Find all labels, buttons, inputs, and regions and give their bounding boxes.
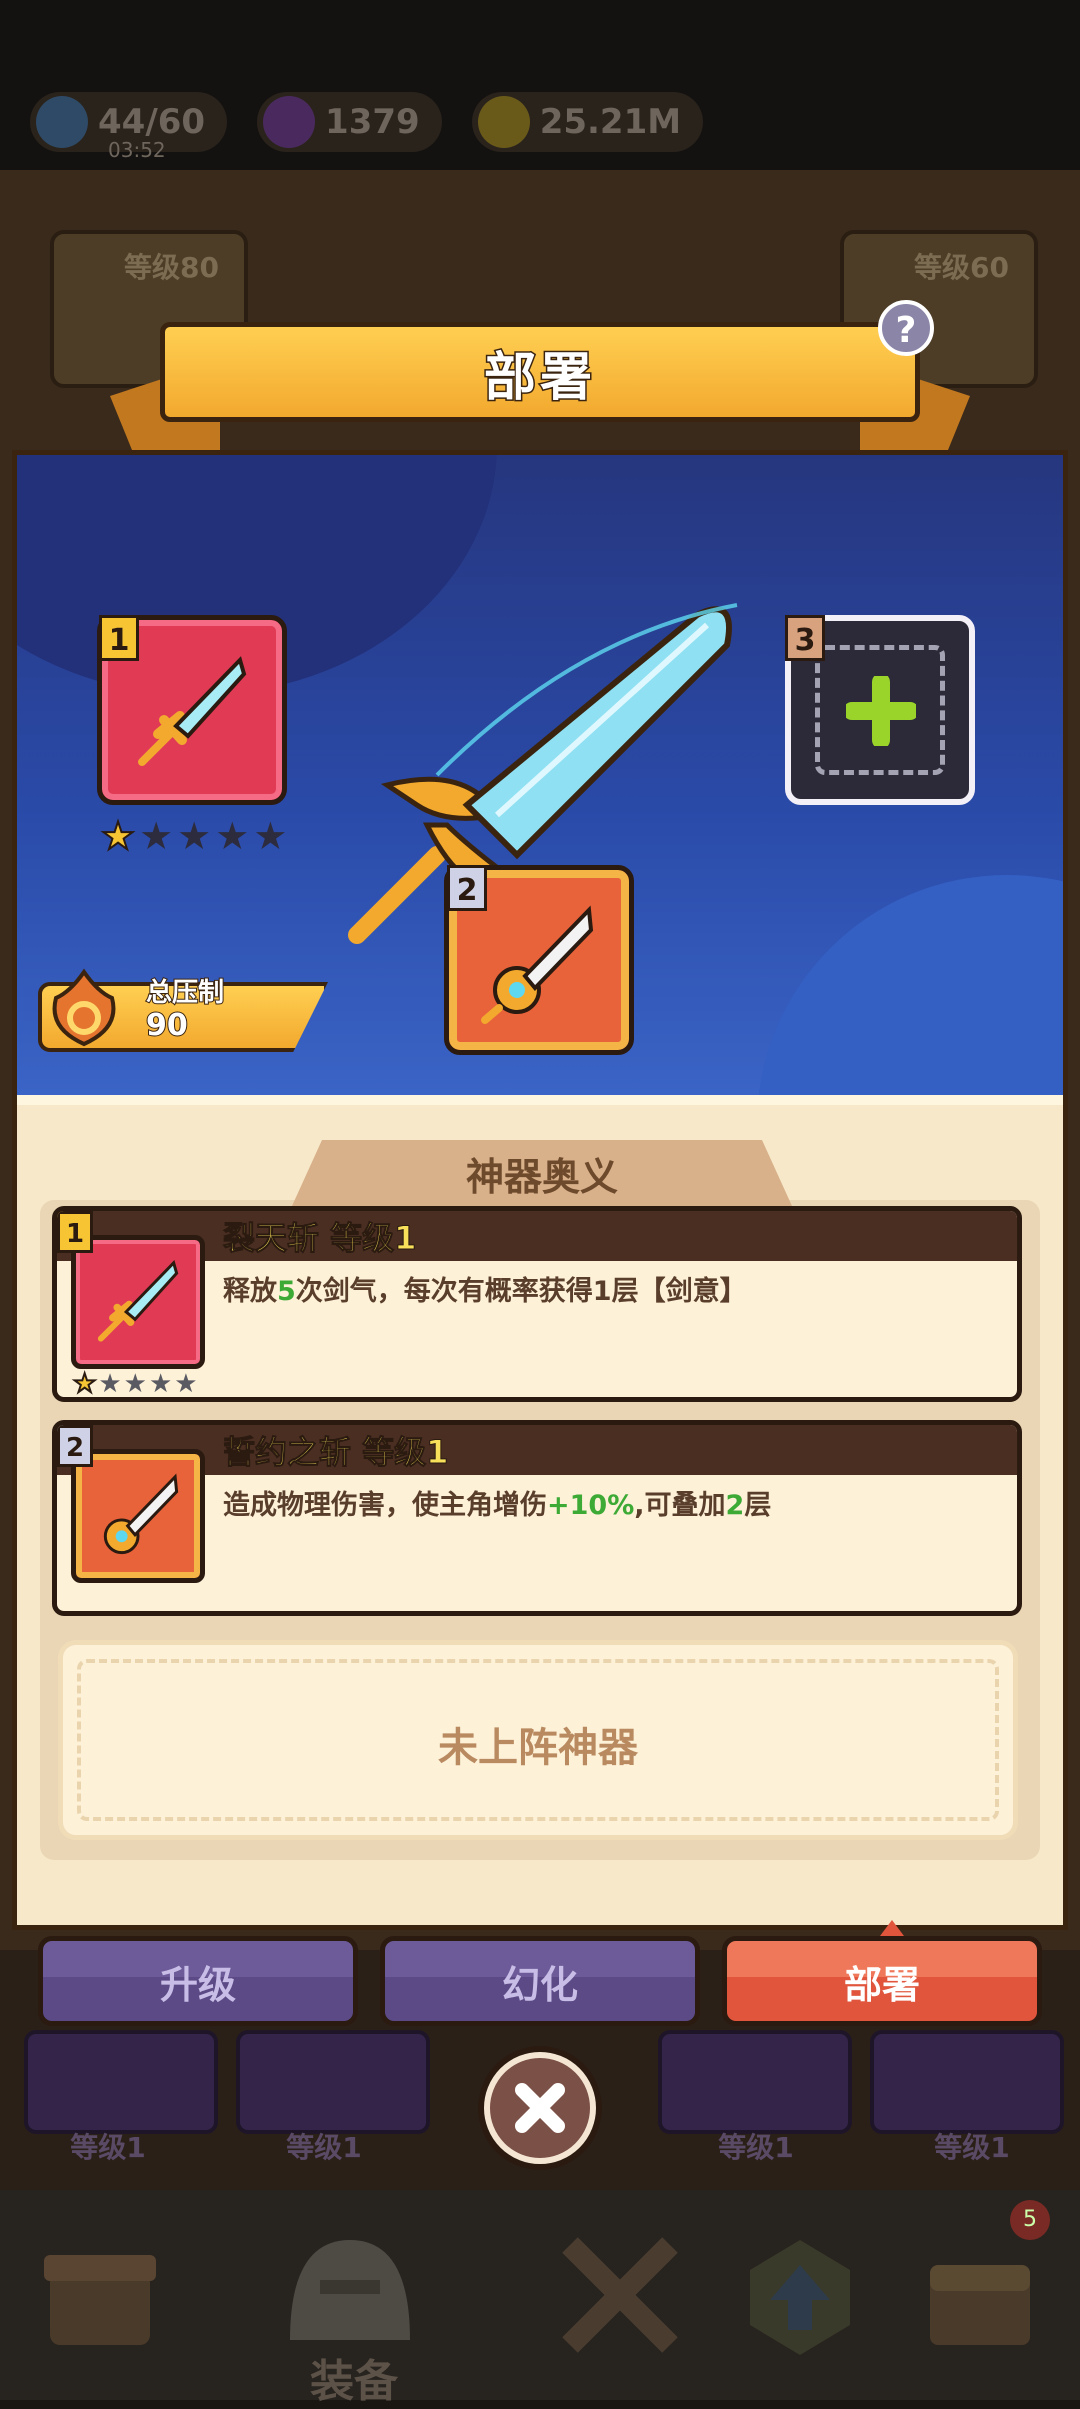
sword-icon [481,905,594,1024]
empty-artifact-slot: 未上阵神器 [58,1640,1018,1840]
skills-section-tab: 神器奥义 [292,1140,792,1206]
nav-upgrade-arrow-icon[interactable] [710,2190,890,2400]
star-filled-icon: ★ [72,1369,97,1399]
gem-counter[interactable]: 1379 [257,92,442,152]
skill-1-icon[interactable] [71,1235,205,1369]
slot-3-number: 3 [785,615,825,661]
star-empty-icon: ★ [215,814,250,858]
dialog-title: 部署 [482,346,596,409]
star-empty-icon: ★ [174,1369,198,1399]
skill-card-1: 裂天斩 等级1 释放5次剑气，每次有概率获得1层【剑意】 1 ★ ★ ★ ★ ★ [52,1206,1022,1402]
bg-level-right: 等级60 [914,251,1009,284]
energy-timer: 03:52 [108,138,166,162]
sword-icon [97,1259,179,1342]
nav-shop-icon[interactable] [10,2190,190,2400]
skills-section-title: 神器奥义 [465,1154,618,1199]
total-power-value: 90 [145,1007,189,1044]
dialog-title-ribbon: 部署 [160,322,920,422]
slot-2-number: 2 [447,865,487,911]
close-icon [515,2083,565,2133]
star-empty-icon: ★ [139,814,174,858]
star-filled-icon: ★ [100,814,136,858]
close-button[interactable] [484,2052,596,2164]
total-power-badge: 总压制 90 [38,968,328,1052]
bg-slot-level: 等级1 [718,2131,794,2164]
skill-name: 裂天斩 等级1 [222,1219,417,1258]
total-power-label: 总压制 [145,977,225,1009]
bg-level-left: 等级80 [124,251,219,284]
slot-1-number: 1 [99,615,139,661]
skill-1-stars: ★ ★ ★ ★ ★ [72,1369,198,1399]
nav-count-badge: 5 [1010,2200,1050,2240]
gem-cube-icon [263,96,316,148]
skill-description: 造成物理伤害，使主角增伤+10%,可叠加2层 [223,1490,772,1521]
lightning-icon [36,96,88,148]
gold-coin-icon [477,96,530,148]
sword-icon [103,1473,179,1555]
energy-value: 44/60 [98,102,206,142]
gold-counter[interactable]: 25.21M [471,92,704,152]
bg-slot-level: 等级1 [70,2131,146,2164]
skill-1-number: 1 [57,1211,93,1253]
scene-divider [17,1095,1063,1105]
deploy-button[interactable]: 部署 [722,1936,1042,2026]
star-empty-icon: ★ [253,814,288,858]
slot-1-stars: ★ ★ ★ ★ ★ [100,814,288,858]
skill-2-number: 2 [57,1425,93,1467]
plus-icon [846,676,916,746]
skill-name: 誓约之斩 等级1 [222,1433,449,1472]
help-button[interactable]: ? [878,300,934,356]
bg-slot-level: 等级1 [286,2131,362,2164]
star-empty-icon: ★ [148,1369,173,1399]
star-empty-icon: ★ [177,814,212,858]
flame-icon [52,968,116,1047]
bg-slot-level: 等级1 [934,2131,1010,2164]
nav-battle-swords-icon[interactable] [530,2190,710,2400]
gold-value: 25.21M [539,102,682,142]
skill-2-icon[interactable] [71,1449,205,1583]
gem-value: 1379 [325,102,420,142]
star-empty-icon: ★ [98,1369,122,1399]
skill-card-2: 誓约之斩 等级1 造成物理伤害，使主角增伤+10%,可叠加2层 2 [52,1420,1022,1616]
sword-icon [138,656,247,766]
upgrade-button[interactable]: 升级 [38,1936,358,2026]
nav-equipment-label: 装备 [310,2356,398,2407]
transform-button[interactable]: 幻化 [380,1936,700,2026]
scene-planet-right [757,875,1063,1095]
star-empty-icon: ★ [123,1369,147,1399]
empty-slot-label: 未上阵神器 [438,1725,638,1771]
skill-description: 释放5次剑气，每次有概率获得1层【剑意】 [223,1276,747,1307]
artifact-scene: 1 ★ ★ ★ ★ ★ 2 3 总压制 90 [17,455,1063,1095]
